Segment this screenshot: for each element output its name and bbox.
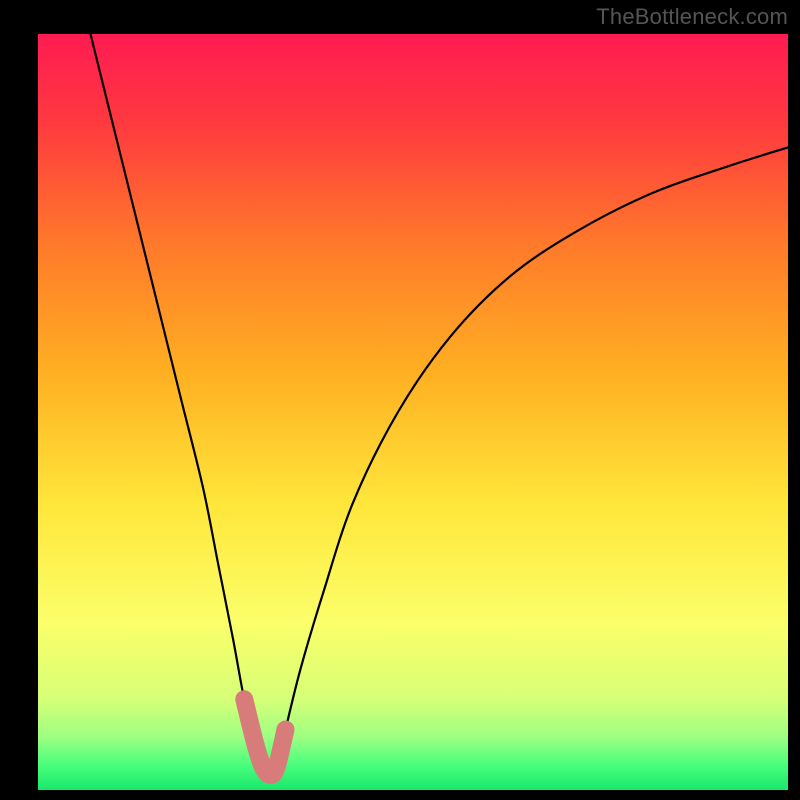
chart-plot-area	[38, 34, 788, 790]
bottleneck-chart	[0, 0, 800, 800]
watermark-text: TheBottleneck.com	[596, 4, 788, 30]
